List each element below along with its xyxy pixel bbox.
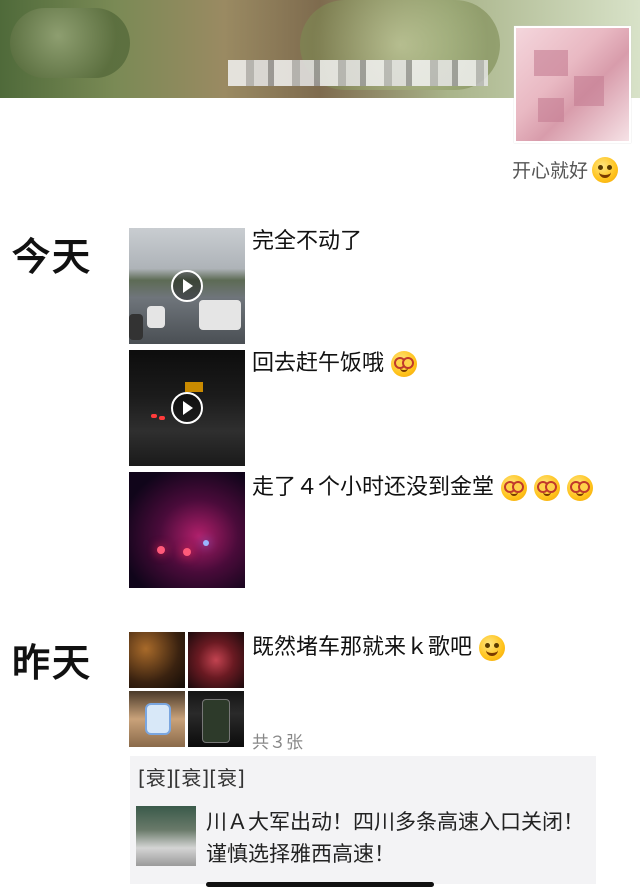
signature-text: 开心就好 (511, 160, 588, 182)
car-shape (129, 314, 143, 340)
avatar-pixel (574, 76, 604, 106)
police-light (183, 548, 191, 556)
avatar-pixel (538, 98, 564, 122)
blush-emoji-icon (479, 635, 506, 661)
police-light (203, 540, 209, 546)
car-shape (147, 306, 165, 328)
play-icon[interactable] (171, 270, 203, 302)
post-caption: 回去赶午饭哦 (252, 351, 385, 376)
avatar[interactable] (514, 26, 631, 143)
post-video-thumbnail[interactable] (129, 228, 245, 344)
nickname-pixelated (228, 60, 488, 86)
post-text: 走了４个小时还没到金堂 (252, 472, 612, 504)
robot-toy (145, 703, 171, 735)
post-video-thumbnail[interactable] (129, 350, 245, 466)
tail-light (159, 416, 165, 420)
post-caption: 完全不动了 (252, 229, 363, 254)
date-label-today: 今天 (12, 235, 93, 279)
share-card[interactable]: 川Ａ大军出动！四川多条高速入口关闭！谨慎选择雅西高速！ (130, 800, 596, 880)
road-sign-shape (185, 382, 203, 392)
share-thumbnail (136, 806, 196, 866)
post-grid-image[interactable] (129, 691, 185, 747)
post-grid-image[interactable] (188, 691, 244, 747)
phone-screen (202, 699, 230, 743)
dizzy-emoji-icon (501, 475, 528, 501)
post-image-thumbnail[interactable] (129, 472, 245, 588)
image-count: 共３张 (252, 733, 303, 753)
post-text: 回去赶午饭哦 (252, 348, 612, 380)
share-caption: [衰][衰][衰] (138, 766, 245, 790)
dizzy-emoji-icon (391, 351, 418, 377)
share-title: 川Ａ大军出动！四川多条高速入口关闭！谨慎选择雅西高速！ (206, 810, 584, 866)
tail-light (151, 414, 157, 418)
date-label-yesterday: 昨天 (12, 641, 93, 685)
post-caption: 既然堵车那就来ｋ歌吧 (252, 635, 473, 660)
post-grid-image[interactable] (129, 632, 185, 688)
grin-emoji-icon (592, 156, 618, 183)
dizzy-emoji-icon (534, 475, 561, 501)
home-indicator (206, 882, 434, 887)
post-text: 既然堵车那就来ｋ歌吧 (252, 632, 612, 664)
shared-article[interactable]: [衰][衰][衰] 川Ａ大军出动！四川多条高速入口关闭！谨慎选择雅西高速！ (130, 756, 596, 884)
play-icon[interactable] (171, 392, 203, 424)
cover-foliage (10, 8, 130, 78)
post-grid-image[interactable] (188, 632, 244, 688)
avatar-pixel (534, 50, 568, 76)
police-light (157, 546, 165, 554)
dizzy-emoji-icon (567, 475, 594, 501)
post-caption: 走了４个小时还没到金堂 (252, 475, 495, 500)
car-shape (199, 300, 241, 330)
post-text: 完全不动了 (252, 226, 612, 258)
signature: 开心就好 (512, 156, 618, 183)
